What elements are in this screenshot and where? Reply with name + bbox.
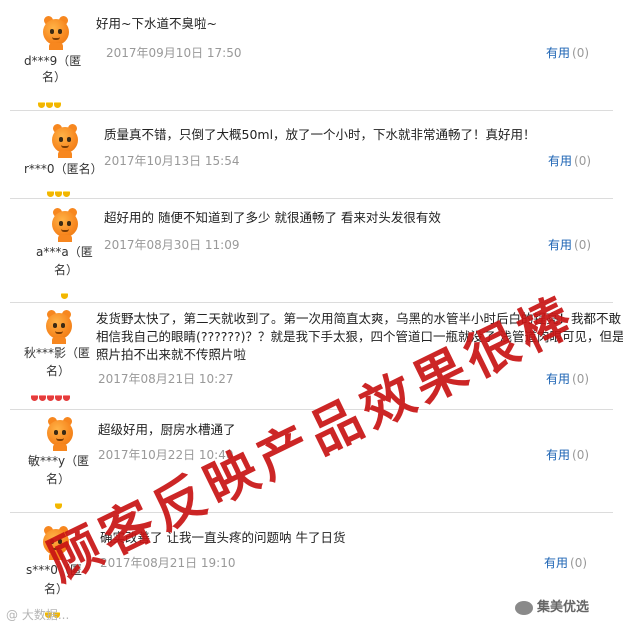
review-date: 2017年08月30日 11:09 [104,238,240,252]
useful-button[interactable]: 有用 (0) [546,370,589,387]
diamond-icon [55,191,62,197]
diamond-icon [47,395,54,401]
watermark-left: @ 大数据... [6,608,70,622]
useful-count: (0) [574,154,592,168]
review-date: 2017年08月21日 10:27 [98,372,234,386]
watermark-brand: 集美优选 [537,600,590,615]
useful-label: 有用 [546,448,571,462]
useful-count: (0) [570,556,588,570]
user-level-badge [47,182,71,197]
useful-button[interactable]: 有用 (0) [548,236,591,253]
diamond-icon [63,395,70,401]
review-page: d***9（匿 名） 好用~下水道不臭啦~ 2017年09月10日 17:50 … [0,0,623,628]
username: r***0（匿名） [24,162,103,176]
review-text: 质量真不错，只倒了大概50ml，放了一个小时，下水就非常通畅了！真好用！ [104,127,536,142]
diamond-icon [61,293,68,299]
user-avatar [49,208,81,242]
divider [10,110,613,111]
useful-label: 有用 [544,556,569,570]
diamond-icon [46,102,53,108]
username: 敏***y（匿 [28,454,90,468]
useful-label: 有用 [546,372,571,386]
user-level-badge [55,494,63,509]
diamond-icon [47,191,54,197]
divider [10,198,613,199]
review-text: 照片拍不出来就不传照片啦 [96,347,247,362]
user-avatar [40,16,72,50]
diamond-icon [38,102,45,108]
useful-label: 有用 [548,238,573,252]
username: a***a（匿 [36,245,93,259]
diamond-icon [54,102,61,108]
diamond-icon [63,191,70,197]
user-level-badge [61,284,69,299]
useful-count: (0) [572,372,590,386]
useful-count: (0) [574,238,592,252]
review-text: 好用~下水道不臭啦~ [96,16,217,31]
wechat-icon [515,600,533,615]
username: 秋***影（匿 [24,346,91,360]
useful-button[interactable]: 有用 (0) [548,152,591,169]
useful-label: 有用 [548,154,573,168]
user-avatar [43,310,75,344]
diamond-icon [39,395,46,401]
user-level-badge [31,386,71,401]
review-date: 2017年09月10日 17:50 [106,46,242,60]
useful-button[interactable]: 有用 (0) [546,446,589,463]
watermark-right: 集美优选 [515,596,589,615]
username-suffix: 名） [42,70,67,84]
username-suffix: 名） [46,472,71,486]
user-avatar [49,124,81,158]
useful-count: (0) [572,46,590,60]
useful-button[interactable]: 有用 (0) [544,554,587,571]
useful-count: (0) [572,448,590,462]
diamond-icon [31,395,38,401]
review-text: 超级好用，厨房水槽通了 [98,422,236,437]
review-text: 超好用的 随便不知道到了多少 就很通畅了 看来对头发很有效 [104,210,441,225]
diamond-icon [55,503,62,509]
diamond-icon [55,395,62,401]
user-avatar [44,417,76,451]
user-level-badge [38,93,62,108]
review-date: 2017年10月13日 15:54 [104,154,240,168]
username-suffix: 名） [46,364,71,378]
username-suffix: 名） [54,263,79,277]
useful-button[interactable]: 有用 (0) [546,44,589,61]
useful-label: 有用 [546,46,571,60]
